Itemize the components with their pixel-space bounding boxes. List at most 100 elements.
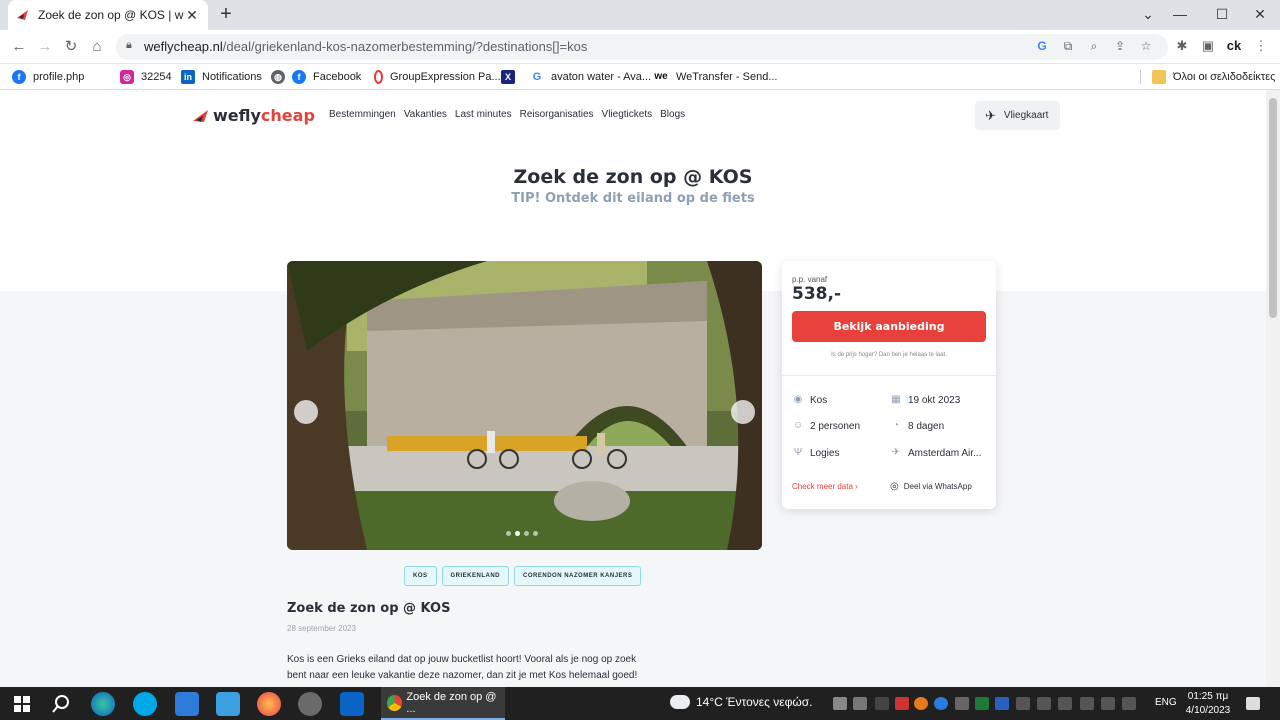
close-window-button[interactable]: ✕ bbox=[1240, 0, 1280, 30]
weather-widget[interactable]: 14°C Έντονες νεφώσ. bbox=[670, 695, 813, 709]
skype-icon[interactable] bbox=[133, 692, 157, 716]
nav-bestemmingen[interactable]: Bestemmingen bbox=[329, 109, 396, 120]
bookmark-groupexpression[interactable]: GroupExpression Pa... bbox=[374, 68, 501, 86]
calendar-icon: ▦ bbox=[891, 394, 901, 405]
carousel-next-button[interactable] bbox=[731, 400, 755, 424]
address-bar[interactable]: 🔒︎ weflycheap.nl/deal/griekenland-kos-na… bbox=[116, 34, 1168, 60]
opera-icon bbox=[374, 70, 383, 84]
tray-skype-icon[interactable] bbox=[833, 697, 847, 710]
word-icon[interactable] bbox=[995, 697, 1009, 710]
clock-time: 01:25 πμ bbox=[1187, 691, 1229, 702]
all-bookmarks[interactable]: Όλοι οι σελιδοδείκτες bbox=[1152, 68, 1276, 86]
maximize-button[interactable]: ☐ bbox=[1202, 0, 1242, 30]
bookmark-instagram[interactable]: ◎ 32254 bbox=[120, 68, 172, 86]
back-icon[interactable]: ← bbox=[8, 36, 30, 58]
bookmark-profile[interactable]: f profile.php bbox=[12, 68, 84, 86]
side-panel-icon[interactable]: ▣ bbox=[1199, 38, 1217, 54]
bookmark-avaton[interactable]: Gavaton water - Ava... bbox=[530, 68, 651, 86]
language-indicator[interactable]: ENG bbox=[1155, 697, 1177, 708]
calendar-app-icon[interactable] bbox=[175, 692, 199, 716]
search-icon[interactable] bbox=[49, 692, 73, 716]
firefox-icon[interactable] bbox=[257, 692, 281, 716]
bookmark-label: 32254 bbox=[141, 71, 172, 83]
edge-icon[interactable] bbox=[91, 692, 115, 716]
whatsapp-share-link[interactable]: ◎ Deel via WhatsApp bbox=[890, 481, 972, 492]
bookmark-label: avaton water - Ava... bbox=[551, 71, 652, 83]
tag-kos[interactable]: KOS bbox=[404, 566, 437, 586]
nav-last-minutes[interactable]: Last minutes bbox=[455, 109, 512, 120]
bookmark-star-icon[interactable]: ☆ bbox=[1138, 39, 1154, 53]
bekijk-aanbieding-button[interactable]: Bekijk aanbieding bbox=[792, 311, 986, 342]
tray-icon[interactable] bbox=[955, 697, 969, 710]
notifications-icon[interactable] bbox=[1246, 697, 1260, 710]
vliegkaart-button[interactable]: ✈ Vliegkaart bbox=[975, 101, 1060, 130]
site-logo[interactable]: wefly cheap bbox=[192, 106, 315, 125]
url-text[interactable]: weflycheap.nl/deal/griekenland-kos-nazom… bbox=[144, 39, 587, 54]
tag-griekenland[interactable]: GRIEKENLAND bbox=[441, 566, 510, 586]
chrome-icon bbox=[387, 694, 403, 711]
tag-corendon[interactable]: CORENDON NAZOMER KANJERS bbox=[514, 566, 642, 586]
taskbar-chrome-window[interactable]: Zoek de zon op @ ... bbox=[381, 687, 505, 720]
carousel-dot-active[interactable] bbox=[515, 531, 520, 536]
deal-photo-carousel[interactable] bbox=[287, 261, 762, 550]
forward-icon[interactable]: → bbox=[34, 36, 56, 58]
tray-icon[interactable] bbox=[895, 697, 909, 710]
extensions-icon[interactable]: ✱ bbox=[1173, 38, 1191, 54]
menu-icon[interactable]: ⋮ bbox=[1252, 38, 1270, 54]
location-pin-icon: ◉ bbox=[793, 394, 803, 405]
whatsapp-icon: ◎ bbox=[890, 481, 899, 492]
minimize-button[interactable]: — bbox=[1160, 0, 1200, 30]
volume-icon[interactable] bbox=[1101, 697, 1115, 710]
nav-vliegtickets[interactable]: Vliegtickets bbox=[602, 109, 653, 120]
windows-start-icon[interactable] bbox=[10, 692, 34, 716]
bookmark-wetransfer[interactable]: we WeTransfer - Send... bbox=[653, 68, 777, 86]
home-icon[interactable]: ⌂ bbox=[86, 36, 108, 58]
bluetooth-icon[interactable] bbox=[934, 697, 948, 710]
new-tab-button[interactable]: + bbox=[216, 4, 236, 26]
translate-icon[interactable]: ⧉ bbox=[1060, 39, 1076, 54]
bookmark-notifications[interactable]: in Notifications bbox=[181, 68, 262, 86]
app-icon[interactable] bbox=[298, 692, 322, 716]
bookmark-facebook[interactable]: ◍ f Facebook bbox=[271, 68, 361, 86]
carousel-prev-button[interactable] bbox=[294, 400, 318, 424]
tray-icon[interactable] bbox=[975, 697, 989, 710]
wifi-icon[interactable] bbox=[1037, 697, 1051, 710]
reload-icon[interactable]: ↻ bbox=[60, 36, 82, 58]
browser-tab[interactable]: Zoek de zon op @ KOS | weflych ✕ bbox=[8, 0, 208, 30]
zoom-icon[interactable]: ⌕ bbox=[1086, 39, 1102, 54]
carousel-dot[interactable] bbox=[506, 531, 511, 536]
tab-close-icon[interactable]: ✕ bbox=[184, 7, 200, 24]
folder-icon bbox=[1152, 70, 1166, 84]
tray-icon[interactable] bbox=[1080, 697, 1094, 710]
airport-value: Amsterdam Air... bbox=[908, 447, 982, 459]
check-meer-data-link[interactable]: Check meer data › bbox=[792, 482, 858, 491]
article-line: Kos is een Grieks eiland dat op jouw buc… bbox=[287, 654, 637, 665]
kos-bicycle-arch-photo bbox=[287, 261, 762, 550]
network-icon[interactable] bbox=[1122, 697, 1136, 710]
airplane-icon: ✈ bbox=[985, 107, 996, 123]
nav-vakanties[interactable]: Vakanties bbox=[404, 109, 447, 120]
article-title: Zoek de zon op @ KOS bbox=[287, 601, 451, 616]
carousel-dot[interactable] bbox=[524, 531, 529, 536]
nav-blogs[interactable]: Blogs bbox=[660, 109, 685, 120]
outlook-icon[interactable] bbox=[340, 692, 364, 716]
bookmark-x[interactable]: X bbox=[501, 68, 522, 86]
ck-extension-icon[interactable]: ck bbox=[1225, 38, 1243, 53]
lock-icon[interactable]: 🔒︎ bbox=[126, 39, 132, 52]
tray-icon[interactable] bbox=[853, 697, 867, 710]
scrollbar-thumb[interactable] bbox=[1269, 98, 1277, 318]
board-value: Logies bbox=[810, 447, 840, 459]
share-icon[interactable]: ⇪ bbox=[1112, 39, 1128, 53]
tray-icon[interactable] bbox=[1016, 697, 1030, 710]
persons-icon: ☺ bbox=[792, 420, 804, 431]
tray-icon[interactable] bbox=[914, 697, 928, 710]
google-icon[interactable]: G bbox=[1034, 39, 1050, 53]
tray-icon[interactable] bbox=[875, 697, 889, 710]
tray-icon[interactable] bbox=[1058, 697, 1072, 710]
carousel-dot[interactable] bbox=[533, 531, 538, 536]
clock[interactable]: 01:25 πμ 4/10/2023 bbox=[1183, 690, 1233, 718]
page-scrollbar[interactable] bbox=[1266, 90, 1280, 687]
active-window-title: Zoek de zon op @ ... bbox=[406, 690, 497, 715]
photos-icon[interactable] bbox=[216, 692, 240, 716]
nav-reisorganisaties[interactable]: Reisorganisaties bbox=[520, 109, 594, 120]
